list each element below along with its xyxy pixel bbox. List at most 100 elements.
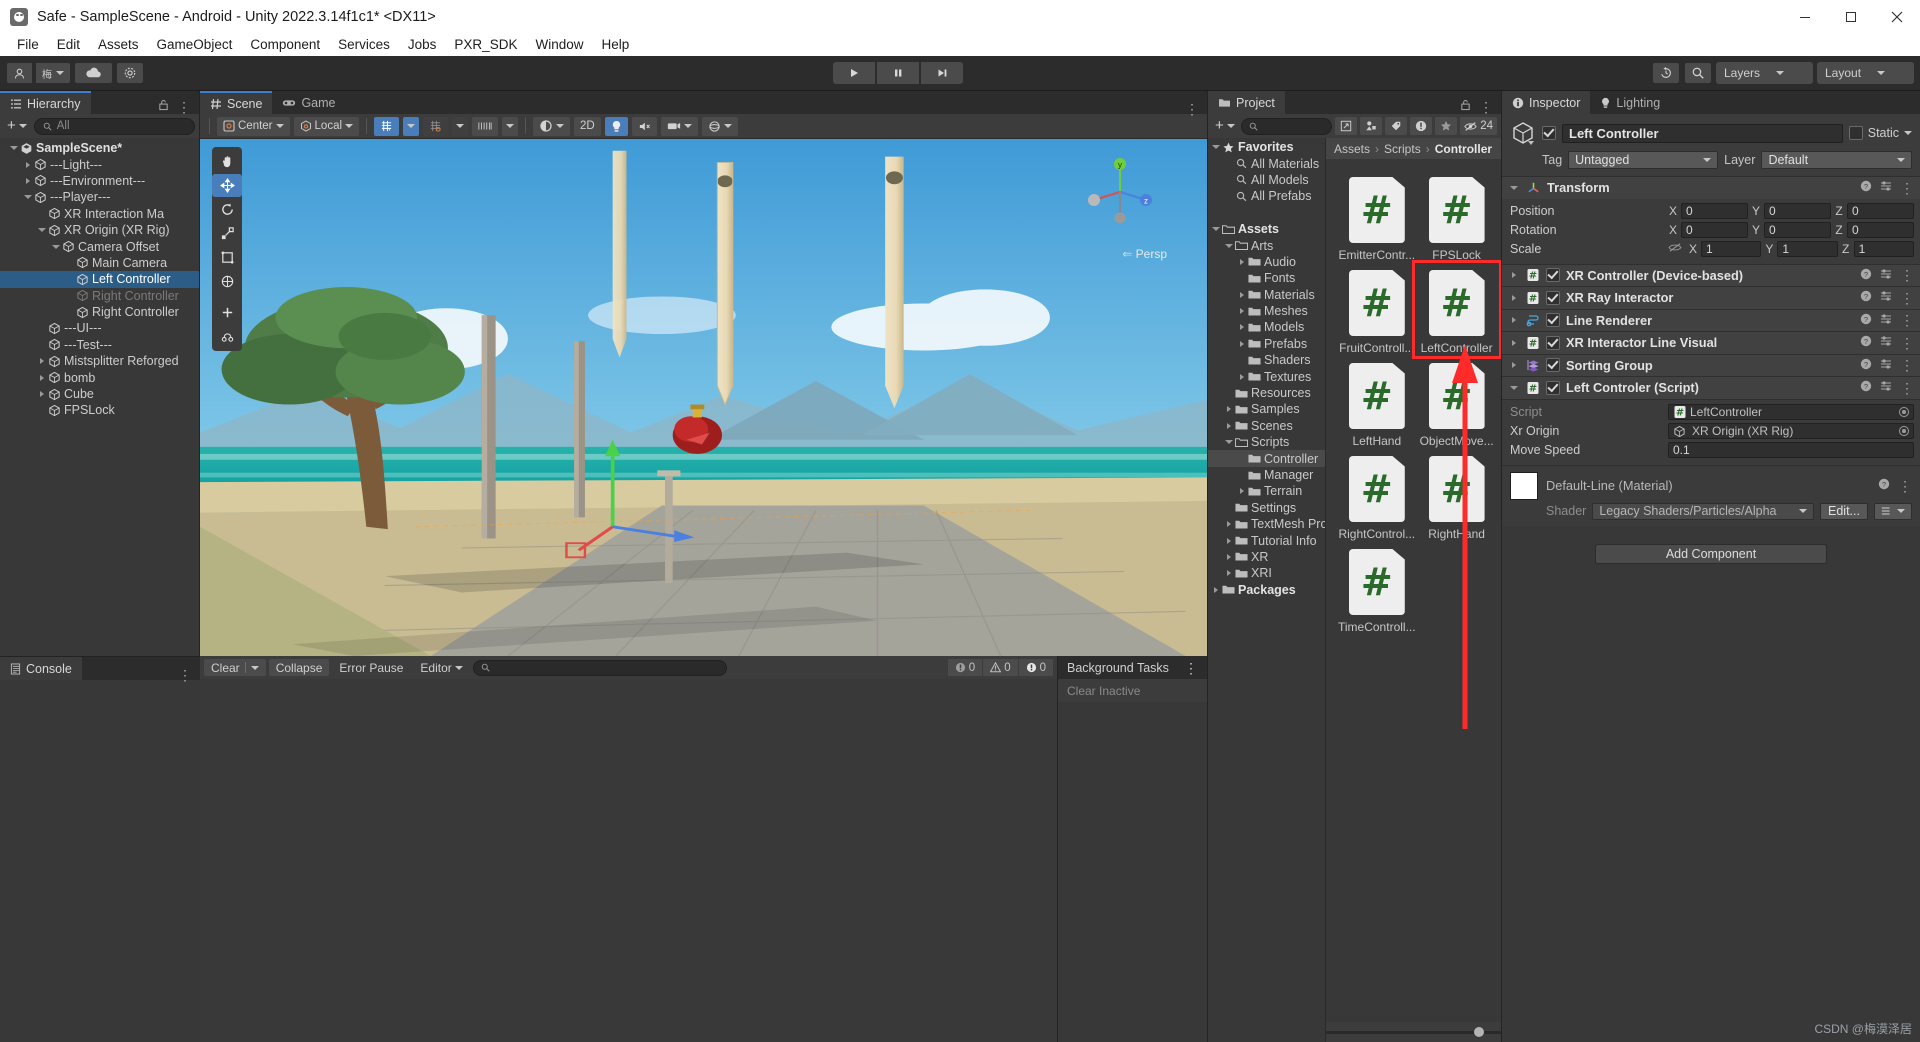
breadcrumb-scripts[interactable]: Scripts	[1384, 142, 1421, 156]
component-header[interactable]: Line Renderer ? ⋮	[1502, 309, 1920, 331]
scale-tool-icon[interactable]	[212, 222, 242, 245]
object-picker-icon[interactable]	[1899, 407, 1909, 417]
menu-jobs[interactable]: Jobs	[399, 35, 446, 54]
menu-component[interactable]: Component	[241, 35, 329, 54]
help-icon[interactable]: ?	[1860, 268, 1872, 283]
project-tree-item[interactable]: Manager	[1208, 467, 1325, 483]
grid-snap-toggle[interactable]	[423, 116, 449, 136]
hierarchy-menu-icon[interactable]: ⋮	[177, 100, 191, 114]
project-add-button[interactable]: +	[1212, 118, 1238, 133]
handle-space-dropdown[interactable]: Local	[293, 116, 360, 136]
project-tree-item[interactable]: Fonts	[1208, 270, 1325, 286]
gameobject-enabled-checkbox[interactable]	[1542, 126, 1556, 140]
foldout-arrow-icon[interactable]	[1210, 586, 1222, 593]
component-enabled-checkbox[interactable]	[1546, 380, 1560, 395]
hierarchy-item[interactable]: bomb	[0, 369, 199, 385]
foldout-arrow-icon[interactable]	[1236, 258, 1248, 265]
project-tree-item[interactable]: Samples	[1208, 401, 1325, 417]
scene-gizmos-dropdown[interactable]	[701, 116, 738, 136]
project-tree-item[interactable]: All Materials	[1208, 155, 1325, 171]
chevron-down-icon[interactable]	[1904, 131, 1912, 135]
asset-item[interactable]: # FPSLock	[1418, 171, 1496, 264]
scene-perspective-label[interactable]: ⇐ Persp	[1122, 247, 1167, 261]
transform-field-y[interactable]: 1	[1777, 241, 1838, 257]
transform-foldout-icon[interactable]	[1508, 185, 1520, 190]
transform-field-y[interactable]: 0	[1764, 203, 1831, 219]
tag-dropdown[interactable]: Untagged	[1568, 151, 1719, 169]
project-tree-item[interactable]: Audio	[1208, 254, 1325, 270]
transform-field-z[interactable]: 0	[1847, 222, 1914, 238]
transform-field-y[interactable]: 0	[1764, 222, 1831, 238]
pivot-dropdown[interactable]: Center	[217, 116, 290, 136]
menu-assets[interactable]: Assets	[89, 35, 148, 54]
foldout-arrow-icon[interactable]	[1236, 324, 1248, 331]
foldout-arrow-icon[interactable]	[1223, 570, 1235, 577]
background-tasks-menu-icon[interactable]: ⋮	[1184, 661, 1198, 675]
foldout-arrow-icon[interactable]	[50, 244, 62, 249]
hierarchy-item[interactable]: FPSLock	[0, 402, 199, 418]
shader-edit-button[interactable]: Edit...	[1820, 502, 1868, 520]
menu-pxr-sdk[interactable]: PXR_SDK	[445, 35, 526, 54]
foldout-arrow-icon[interactable]	[1236, 291, 1248, 298]
play-button[interactable]	[833, 62, 875, 84]
project-tree-item[interactable]: Shaders	[1208, 352, 1325, 368]
preset-icon[interactable]	[1880, 290, 1892, 305]
foldout-arrow-icon[interactable]	[1508, 339, 1520, 346]
component-menu-icon[interactable]: ⋮	[1900, 313, 1914, 327]
lock-icon[interactable]	[158, 99, 169, 114]
project-tree-item[interactable]: Packages	[1208, 582, 1325, 598]
shader-options-button[interactable]	[1874, 502, 1912, 520]
foldout-arrow-icon[interactable]	[1508, 294, 1520, 301]
project-tree-item[interactable]: Meshes	[1208, 303, 1325, 319]
error-count-badge[interactable]: 0	[1018, 659, 1053, 676]
add-gameobject-button[interactable]: +	[4, 118, 30, 133]
help-icon[interactable]: ?	[1878, 478, 1890, 493]
project-tree-item[interactable]: Scripts	[1208, 434, 1325, 450]
foldout-arrow-icon[interactable]	[1223, 406, 1235, 413]
hierarchy-item[interactable]: Right Controller	[0, 288, 199, 304]
layer-dropdown[interactable]: Default	[1761, 151, 1912, 169]
close-button[interactable]	[1874, 0, 1920, 33]
menu-services[interactable]: Services	[329, 35, 399, 54]
collapse-button[interactable]: Collapse	[268, 659, 330, 676]
project-tree-item[interactable]: Arts	[1208, 237, 1325, 253]
minimize-button[interactable]	[1782, 0, 1828, 33]
tab-console[interactable]: Console	[0, 657, 82, 680]
component-enabled-checkbox[interactable]	[1546, 313, 1560, 328]
menu-gameobject[interactable]: GameObject	[148, 35, 242, 54]
help-icon[interactable]: ?	[1860, 335, 1872, 350]
static-toggle[interactable]: Static	[1848, 126, 1912, 140]
asset-item[interactable]: # EmitterContr...	[1336, 171, 1418, 264]
component-header[interactable]: # XR Interactor Line Visual ? ⋮	[1502, 332, 1920, 354]
asset-item[interactable]: # FruitControll...	[1336, 264, 1418, 357]
help-icon[interactable]: ?	[1860, 290, 1872, 305]
project-tree-item[interactable]: Tutorial Info	[1208, 532, 1325, 548]
asset-item[interactable]: # TimeControll...	[1336, 543, 1418, 636]
rotate-tool-icon[interactable]	[212, 198, 242, 221]
asset-item[interactable]: # RightControl...	[1336, 450, 1418, 543]
menu-help[interactable]: Help	[592, 35, 638, 54]
scene-lighting-toggle[interactable]	[604, 116, 628, 136]
tab-hierarchy[interactable]: Hierarchy	[0, 91, 91, 114]
preset-icon[interactable]	[1880, 380, 1892, 395]
error-pause-button[interactable]: Error Pause	[332, 659, 410, 676]
search-icon[interactable]	[1684, 62, 1712, 84]
console-menu-icon[interactable]: ⋮	[178, 668, 192, 682]
component-enabled-checkbox[interactable]	[1546, 358, 1560, 373]
preset-icon[interactable]	[1880, 335, 1892, 350]
hierarchy-item[interactable]: Main Camera	[0, 255, 199, 271]
foldout-arrow-icon[interactable]	[36, 374, 48, 381]
filter-label-icon[interactable]	[1385, 117, 1408, 135]
asset-grid[interactable]: # EmitterContr... # FPSLock # FruitControll..…	[1326, 159, 1501, 1022]
project-tree-item[interactable]: Models	[1208, 319, 1325, 335]
breadcrumb-controller[interactable]: Controller	[1435, 142, 1492, 156]
filter-errors-icon[interactable]	[1410, 117, 1433, 135]
component-header[interactable]: # XR Ray Interactor ? ⋮	[1502, 287, 1920, 309]
account-dropdown[interactable]: 梅	[35, 62, 71, 84]
component-menu-icon[interactable]: ⋮	[1900, 358, 1914, 372]
component-enabled-checkbox[interactable]	[1546, 335, 1560, 350]
foldout-arrow-icon[interactable]	[1223, 243, 1235, 248]
grid-visibility-toggle[interactable]: Y	[374, 116, 400, 136]
transform-menu-icon[interactable]: ⋮	[1900, 181, 1914, 195]
object-field[interactable]: # LeftController	[1668, 404, 1914, 420]
